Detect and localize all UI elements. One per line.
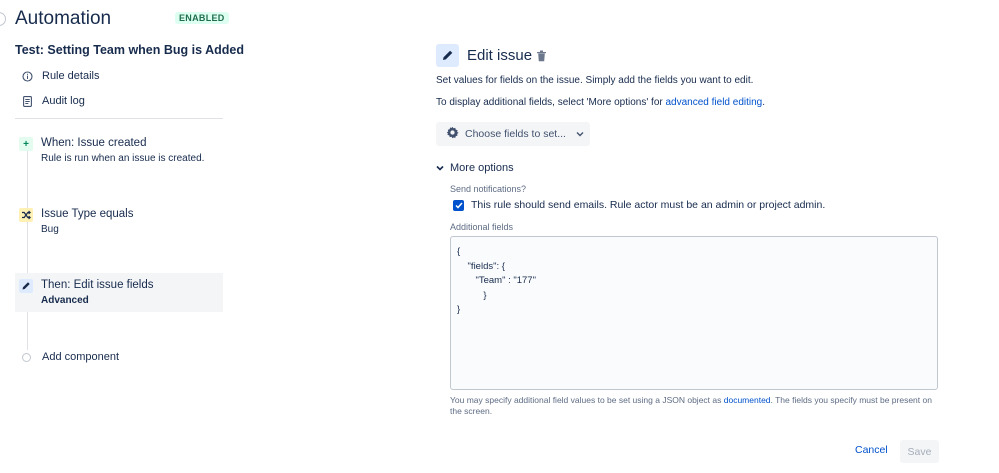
nav-audit-log-label: Audit log [42, 95, 85, 107]
step-subtitle: Advanced [41, 295, 89, 306]
page-title: Automation [15, 8, 112, 29]
editor-description-2: To display additional fields, select 'Mo… [436, 97, 766, 108]
divider [15, 118, 223, 119]
add-component-label: Add component [42, 351, 120, 363]
choose-fields-label: Choose fields to set... [465, 128, 566, 140]
save-button[interactable]: Save [900, 440, 939, 463]
editor-title: Edit issue [467, 47, 533, 64]
chevron-down-icon [576, 128, 584, 140]
circle-icon [22, 352, 31, 362]
step-condition[interactable]: Issue Type equals Bug [15, 202, 223, 241]
cancel-button[interactable]: Cancel [855, 444, 888, 456]
step-title: When: Issue created [41, 137, 147, 149]
additional-fields-help: You may specify additional field values … [450, 395, 932, 416]
additional-fields-label: Additional fields [450, 222, 514, 232]
trash-icon[interactable] [536, 49, 547, 62]
step-subtitle: Rule is run when an issue is created. [41, 153, 205, 164]
step-title: Then: Edit issue fields [41, 279, 154, 291]
choose-fields-button[interactable]: Choose fields to set... [436, 122, 590, 146]
nav-audit-log[interactable]: Audit log [22, 95, 85, 107]
pencil-icon [436, 44, 459, 67]
gear-icon [446, 126, 459, 142]
info-icon [22, 70, 33, 82]
step-subtitle: Bug [41, 224, 59, 235]
advanced-editing-link[interactable]: advanced field editing [666, 97, 763, 108]
status-badge: ENABLED [175, 12, 229, 24]
timeline-line [27, 150, 28, 350]
nav-rule-details[interactable]: Rule details [22, 70, 99, 82]
send-emails-checkbox[interactable] [453, 199, 464, 211]
rule-name: Test: Setting Team when Bug is Added [15, 43, 244, 57]
send-emails-row: This rule should send emails. Rule actor… [453, 199, 825, 211]
pencil-icon [19, 279, 33, 293]
send-emails-checkbox-label: This rule should send emails. Rule actor… [471, 199, 826, 211]
documented-link[interactable]: documented [724, 395, 771, 405]
editor-description: Set values for fields on the issue. Simp… [436, 75, 754, 86]
more-options-toggle[interactable]: More options [436, 162, 514, 174]
collapse-handle[interactable] [0, 12, 6, 26]
step-title: Issue Type equals [41, 208, 134, 220]
chevron-down-icon [436, 162, 444, 174]
nav-rule-details-label: Rule details [42, 70, 100, 82]
shuffle-icon [19, 208, 33, 222]
send-notifications-label: Send notifications? [450, 184, 527, 194]
more-options-label: More options [450, 162, 514, 174]
step-action[interactable]: Then: Edit issue fields Advanced [15, 273, 223, 312]
plus-icon: + [19, 137, 33, 151]
document-icon [22, 95, 33, 107]
add-component-button[interactable]: Add component [22, 351, 119, 363]
step-trigger[interactable]: + When: Issue created Rule is run when a… [15, 131, 223, 170]
additional-fields-textarea[interactable]: { "fields": { "Team" : "177" } } [450, 236, 938, 390]
